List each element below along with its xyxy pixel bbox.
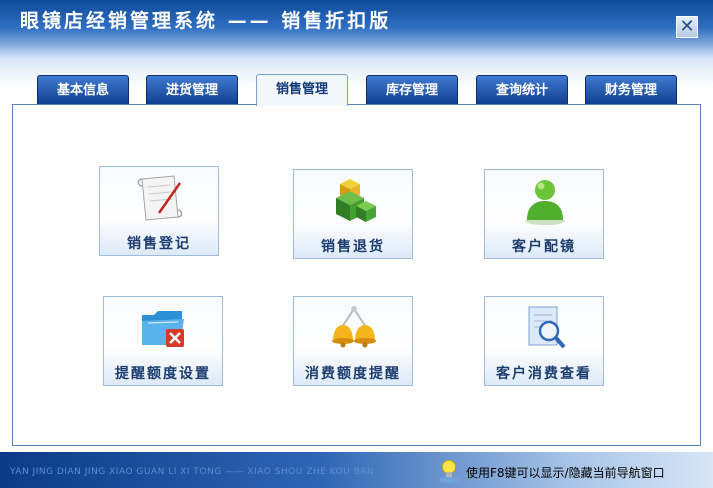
- app-window: 眼镜店经销管理系统 —— 销售折扣版 ✕ 基本信息 进货管理 销售管理 库存管理…: [0, 0, 713, 488]
- sales-register-label: 销售登记: [127, 236, 191, 252]
- tab-basic-info[interactable]: 基本信息: [37, 75, 129, 105]
- window-title: 眼镜店经销管理系统 —— 销售折扣版: [20, 10, 392, 32]
- tab-bar: 基本信息 进货管理 销售管理 库存管理 查询统计 财务管理: [0, 74, 713, 106]
- close-icon: ✕: [679, 16, 695, 37]
- sales-return-label: 销售退货: [321, 239, 385, 255]
- tab-inventory-management[interactable]: 库存管理: [366, 75, 458, 105]
- sales-register-button[interactable]: 销售登记: [99, 166, 219, 256]
- reminder-limit-settings-button[interactable]: 提醒额度设置: [103, 296, 223, 386]
- user-icon: [525, 180, 565, 225]
- close-button[interactable]: ✕: [676, 16, 698, 38]
- sales-panel: 销售登记 销售退货 客户配镜 提醒额度设置 消费额度提醒 客户消费查看: [12, 104, 701, 446]
- pinyin-banner: YAN JING DIAN JING XIAO GUAN LI XI TONG …: [10, 467, 375, 477]
- customer-glasses-label: 客户配镜: [512, 239, 576, 255]
- customer-spending-view-label: 客户消费查看: [496, 366, 592, 382]
- scroll-icon: [137, 175, 183, 221]
- tab-sales-management[interactable]: 销售管理: [256, 74, 348, 106]
- tab-finance-management[interactable]: 财务管理: [585, 75, 677, 105]
- tab-query-statistics[interactable]: 查询统计: [476, 75, 568, 105]
- lightbulb-icon: [439, 460, 459, 483]
- tab-purchase-management[interactable]: 进货管理: [146, 75, 238, 105]
- status-bar: YAN JING DIAN JING XIAO GUAN LI XI TONG …: [0, 452, 713, 488]
- cubes-icon: [336, 179, 376, 222]
- folder-tools-icon: [142, 311, 184, 347]
- customer-glasses-button[interactable]: 客户配镜: [484, 169, 604, 259]
- bells-icon: [332, 306, 376, 348]
- sales-return-button[interactable]: 销售退货: [293, 169, 413, 259]
- spending-limit-reminder-button[interactable]: 消费额度提醒: [293, 296, 413, 386]
- document-search-icon: [528, 306, 566, 349]
- reminder-limit-settings-label: 提醒额度设置: [115, 366, 211, 382]
- spending-limit-reminder-label: 消费额度提醒: [305, 366, 401, 382]
- navigation-toggle-hint: 使用F8键可以显示/隐藏当前导航窗口: [466, 466, 665, 480]
- customer-spending-view-button[interactable]: 客户消费查看: [484, 296, 604, 386]
